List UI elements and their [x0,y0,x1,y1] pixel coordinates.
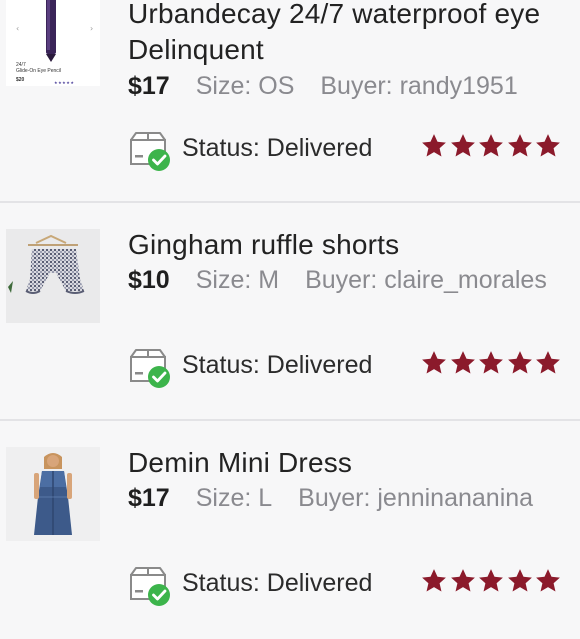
star-icon [450,569,475,592]
status-row: Status: Delivered [128,128,568,174]
gingham-shorts-icon [6,229,100,323]
listing-meta: $17 Size: OS Buyer: randy1951 [128,72,518,101]
star-icon [479,569,503,592]
status-text: Status: Delivered [182,569,372,598]
status-row: Status: Delivered [128,345,568,391]
listing-title[interactable]: Urbandecay 24/7 waterproof eye [128,0,540,30]
star-icon [479,351,503,374]
thumb-rating-dots: ★★★★★ [54,80,75,85]
star-icon [479,134,503,157]
package-delivered-icon [130,349,170,388]
rating-stars [420,349,563,382]
listing-title[interactable]: Demin Mini Dress [128,447,352,479]
rating-stars [420,567,563,600]
star-icon [507,351,532,374]
star-icon [536,569,560,592]
status-text: Status: Delivered [182,134,372,163]
listing-meta: $10 Size: M Buyer: claire_morales [128,266,547,295]
list-item[interactable]: Demin Mini Dress $17 Size: L Buyer: jennin… [0,421,580,639]
listing-title-line2[interactable]: Delinquent [128,34,264,66]
star-icon [536,134,560,157]
listing-buyer: Buyer: randy1951 [320,72,518,100]
status-label: Status: [182,134,260,162]
status-row: Status: Delivered [128,563,568,609]
status-text: Status: Delivered [182,351,372,380]
status-value: Delivered [266,134,373,162]
star-icon [536,351,560,374]
listing-size: Size: M [195,266,280,294]
listing-thumbnail[interactable] [6,447,100,541]
thumb-product-sub: Glide-On Eye Pencil [16,68,62,74]
rating-stars [420,132,563,165]
listing-meta: $17 Size: L Buyer: jenninananina [128,484,533,513]
star-icon [422,569,446,592]
status-label: Status: [182,569,260,597]
svg-text:›: › [90,24,93,33]
listing-size: Size: L [195,484,273,512]
star-icon [507,569,532,592]
listing-thumbnail[interactable]: ‹ › 24/7 Glide-On Eye Pencil $20 ★★★★★ [6,0,100,86]
svg-text:‹: ‹ [16,24,19,33]
star-icon [422,351,446,374]
star-icon [422,134,446,157]
listing-price: $17 [128,484,170,512]
list-item[interactable]: ‹ › 24/7 Glide-On Eye Pencil $20 ★★★★★ U… [0,0,580,194]
status-label: Status: [182,351,260,379]
star-icon [507,134,532,157]
package-delivered-icon [130,132,170,171]
status-value: Delivered [266,569,373,597]
listing-buyer: Buyer: jenninananina [298,484,534,512]
star-icon [450,351,475,374]
listing-title[interactable]: Gingham ruffle shorts [128,229,399,261]
listing-thumbnail[interactable] [6,229,100,323]
listing-price: $17 [128,72,170,100]
denim-dress-icon [6,447,100,541]
listing-buyer: Buyer: claire_morales [305,266,547,294]
star-icon [450,134,475,157]
package-delivered-icon [130,567,170,606]
listing-price: $10 [128,266,170,294]
list-item[interactable]: Gingham ruffle shorts $10 Size: M Buyer: c… [0,203,580,421]
status-value: Delivered [266,351,373,379]
listing-size: Size: OS [195,72,295,100]
